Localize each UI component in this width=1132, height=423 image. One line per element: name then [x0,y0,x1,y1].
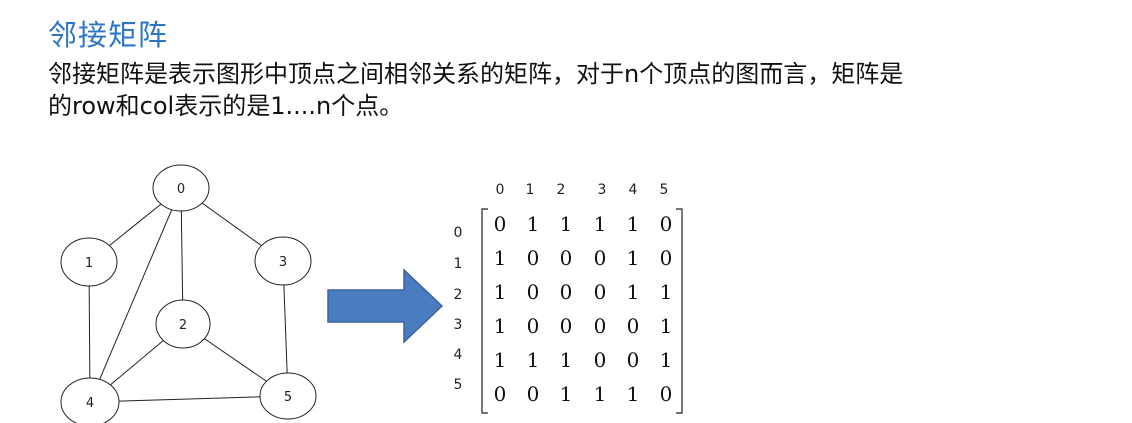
matrix-cell-1-3: 0 [594,246,607,270]
matrix-cell-5-0: 0 [494,382,507,406]
matrix-cell-3-1: 0 [527,314,540,338]
graph-node-label-0: 0 [177,182,185,197]
adjacency-figure: 01234 5 012345 012345 0 1 1 1 1 01 0 0 0 1 01 0 0 0 1 11… [60,164,683,423]
matrix-cell-5-5: 0 [660,382,673,406]
matrix-row-header-3: 3 [454,317,463,333]
graph-node-label-3: 3 [279,255,287,270]
matrix-row-header-2: 2 [454,287,463,303]
graph-edges [88,187,289,403]
matrix-cell-3-0: 1 [494,314,507,338]
matrix-cell-0-5: 0 [660,212,673,236]
matrix-row-header-1: 1 [454,256,463,272]
matrix-cell-0-0: 0 [494,212,507,236]
matrix-cell-5-1: 0 [527,382,540,406]
matrix-cell-4-4: 0 [627,348,640,372]
matrix-cell-4-0: 1 [494,348,507,372]
right-bracket [676,208,683,414]
matrix-cell-1-1: 0 [527,246,540,270]
matrix-cell-5-2: 1 [560,382,573,406]
matrix-row-header-4: 4 [454,347,463,363]
matrix-cell-3-4: 0 [627,314,640,338]
matrix-cells: 0 1 1 1 1 01 0 0 0 1 01 0 0 0 1 11 0 0 0 0 11 1 1 0 0 10 0 1 1 1 0 [494,212,673,406]
matrix-row-header-5: 5 [454,377,463,393]
matrix-cell-0-1: 1 [527,212,540,236]
matrix-cell-2-5: 1 [660,280,673,304]
matrix-cell-2-3: 0 [594,280,607,304]
matrix-cell-0-2: 1 [560,212,573,236]
matrix-cell-2-2: 0 [560,280,573,304]
matrix-cell-0-4: 1 [627,212,640,236]
matrix-col-header-2: 2 [557,182,566,198]
matrix-row-header-0: 0 [454,225,463,241]
matrix-cell-1-0: 1 [494,246,507,270]
graph-node-label-2: 2 [179,318,187,333]
matrix-col-header-5: 5 [660,182,669,198]
graph-edge-4-5 [89,395,289,403]
graph-edge-0-4 [89,187,182,403]
graph-node-label-1: 1 [85,256,93,271]
graph-node-label-5: 5 [284,390,292,405]
matrix-cell-0-3: 1 [594,212,607,236]
matrix-cell-3-3: 0 [594,314,607,338]
matrix-cell-5-3: 1 [594,382,607,406]
matrix-row-headers: 0 1 2 3 4 5 [454,225,463,393]
left-bracket [481,208,488,414]
matrix-cell-4-3: 0 [594,348,607,372]
matrix-cell-2-0: 1 [494,280,507,304]
matrix-col-header-1: 1 [526,182,535,198]
matrix-cell-1-2: 0 [560,246,573,270]
matrix-col-header-3: 3 [598,182,607,198]
right-arrow-icon [327,268,444,344]
matrix-cell-3-2: 0 [560,314,573,338]
matrix-col-header-4: 4 [629,182,638,198]
matrix-cell-2-1: 0 [527,280,540,304]
matrix-cell-3-5: 1 [660,314,673,338]
matrix-cell-2-4: 1 [627,280,640,304]
graph-nodes: 0 1 2 3 4 5 [60,164,317,423]
graph-node-label-4: 4 [86,396,94,411]
matrix-brackets [481,208,683,414]
matrix-cell-4-1: 1 [527,348,540,372]
matrix-cell-4-2: 1 [560,348,573,372]
matrix-cell-4-5: 1 [660,348,673,372]
matrix-col-header-0: 0 [496,182,505,198]
matrix-cell-1-5: 0 [660,246,673,270]
matrix-column-headers: 0 1 2 3 4 5 [496,182,669,198]
matrix-cell-5-4: 1 [627,382,640,406]
matrix-cell-1-4: 1 [627,246,640,270]
